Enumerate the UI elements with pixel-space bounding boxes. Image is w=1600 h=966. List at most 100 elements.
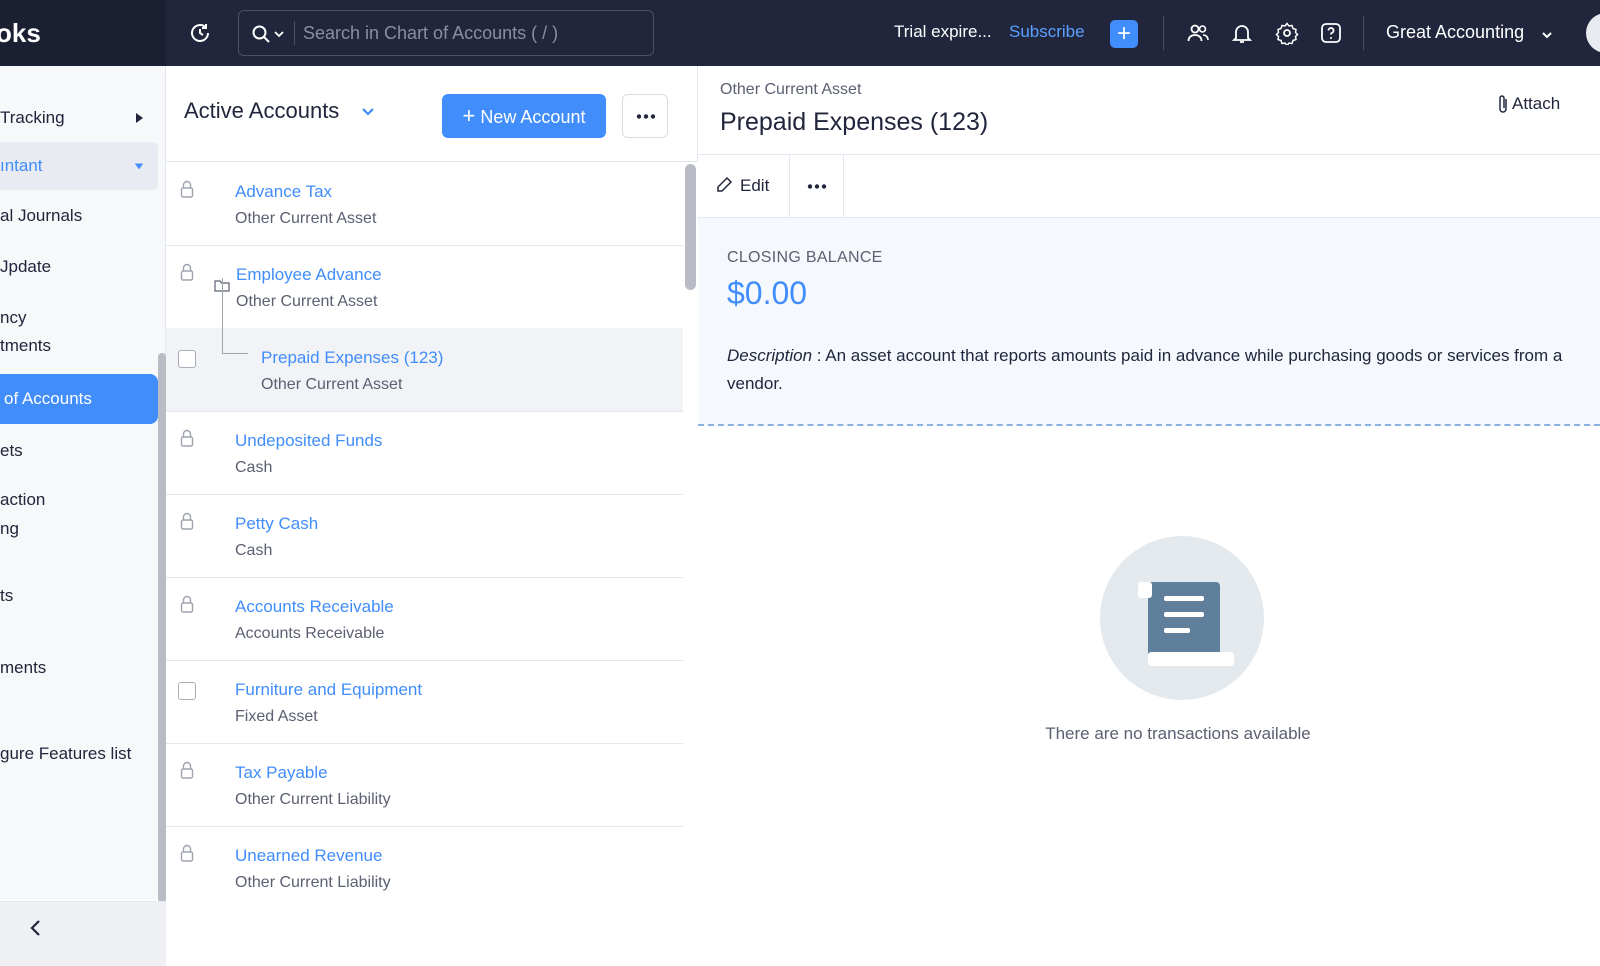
- list-more-options-button[interactable]: [622, 94, 668, 138]
- sidebar: Tracking ıntant al Journals Jpdate ncy t…: [0, 66, 166, 966]
- account-type: Other Current Asset: [236, 293, 378, 310]
- account-row[interactable]: Undeposited Funds Cash: [166, 411, 683, 495]
- search-scope-caret-icon[interactable]: [273, 28, 285, 40]
- caret-right-icon: [136, 113, 143, 123]
- chevron-down-icon[interactable]: [361, 106, 375, 118]
- account-description: Description : An asset account that repo…: [727, 342, 1597, 398]
- chevron-down-icon[interactable]: [1541, 29, 1553, 41]
- sidebar-item-manual-journals[interactable]: al Journals: [0, 196, 158, 236]
- account-row[interactable]: Tax Payable Other Current Liability: [166, 743, 683, 827]
- sidebar-item-accountant[interactable]: ıntant: [0, 142, 158, 190]
- topbar-divider: [1363, 16, 1364, 50]
- user-avatar[interactable]: [1586, 13, 1600, 53]
- description-text: : An asset account that reports amounts …: [727, 346, 1563, 393]
- list-scrollbar[interactable]: [683, 162, 698, 900]
- search-divider: [294, 21, 295, 45]
- row-checkbox[interactable]: [178, 682, 196, 700]
- account-type: Other Current Liability: [235, 874, 391, 891]
- lock-icon: [180, 180, 194, 198]
- sidebar-scrollbar[interactable]: [158, 353, 166, 903]
- lock-icon: [180, 595, 194, 613]
- sidebar-item-documents[interactable]: ments: [0, 648, 158, 688]
- account-name[interactable]: Accounts Receivable: [235, 597, 394, 617]
- detail-toolbar: Edit: [698, 154, 1600, 218]
- edit-button[interactable]: Edit: [698, 155, 790, 217]
- account-row[interactable]: Employee Advance Other Current Asset: [166, 245, 683, 329]
- sidebar-item-tracking[interactable]: Tracking: [0, 98, 158, 138]
- account-row[interactable]: Unearned Revenue Other Current Liability: [166, 826, 683, 900]
- account-row[interactable]: Petty Cash Cash: [166, 494, 683, 578]
- account-detail-pane: Other Current Asset Prepaid Expenses (12…: [698, 66, 1600, 900]
- list-scrollbar-thumb[interactable]: [685, 164, 696, 290]
- tree-connector: [222, 278, 223, 354]
- subscribe-link[interactable]: Subscribe: [1009, 22, 1085, 42]
- sidebar-item-bulk-update[interactable]: Jpdate: [0, 247, 158, 287]
- quick-create-button[interactable]: +: [1110, 20, 1138, 48]
- list-header: Active Accounts + New Account: [166, 66, 698, 162]
- account-name[interactable]: Tax Payable: [235, 763, 328, 783]
- empty-state-message: There are no transactions available: [1045, 724, 1311, 743]
- sidebar-item-configure-features[interactable]: gure Features list: [0, 734, 158, 774]
- search-icon[interactable]: [251, 24, 271, 44]
- lock-icon: [180, 263, 194, 281]
- account-name[interactable]: Prepaid Expenses (123): [261, 348, 443, 368]
- sidebar-item-reports[interactable]: ts: [0, 576, 158, 616]
- account-row-selected[interactable]: Prepaid Expenses (123) Other Current Ass…: [166, 328, 683, 412]
- account-name[interactable]: Undeposited Funds: [235, 431, 382, 451]
- account-type: Cash: [235, 542, 273, 559]
- account-type: Other Current Liability: [235, 791, 391, 808]
- sidebar-item-budgets[interactable]: ets: [0, 431, 158, 471]
- description-label: Description: [727, 346, 813, 365]
- search-input[interactable]: [303, 19, 643, 47]
- row-checkbox[interactable]: [178, 350, 196, 368]
- closing-balance-label: CLOSING BALANCE: [727, 249, 883, 266]
- settings-gear-icon[interactable]: [1275, 21, 1299, 45]
- page-title: Prepaid Expenses (123): [720, 108, 989, 136]
- sidebar-item-currency-adjustments[interactable]: ncy tments: [0, 298, 158, 364]
- plus-icon: +: [462, 103, 476, 128]
- account-row[interactable]: Furniture and Equipment Fixed Asset: [166, 660, 683, 744]
- account-name[interactable]: Unearned Revenue: [235, 846, 382, 866]
- search-box: [238, 10, 654, 56]
- notification-bell-icon[interactable]: [1230, 21, 1254, 45]
- more-options-icon: [807, 184, 827, 189]
- account-type: Fixed Asset: [235, 708, 318, 725]
- recent-activity-icon[interactable]: [188, 21, 212, 45]
- detail-more-options-button[interactable]: [790, 155, 844, 217]
- users-icon[interactable]: [1186, 21, 1210, 45]
- account-name[interactable]: Furniture and Equipment: [235, 680, 422, 700]
- account-name[interactable]: Petty Cash: [235, 514, 318, 534]
- sidebar-footer: [0, 901, 166, 966]
- account-type: Accounts Receivable: [235, 625, 385, 642]
- tree-connector: [222, 353, 248, 354]
- account-summary: CLOSING BALANCE $0.00 Description : An a…: [698, 218, 1600, 426]
- pencil-icon: [717, 176, 733, 192]
- attach-button[interactable]: Attach: [1512, 94, 1560, 114]
- more-options-icon: [636, 114, 656, 119]
- lock-icon: [180, 429, 194, 447]
- account-type: Other Current Asset: [235, 210, 377, 227]
- view-selector[interactable]: Active Accounts: [184, 98, 339, 124]
- empty-state-illustration: [1100, 536, 1264, 700]
- accounts-list-pane: Active Accounts + New Account Advance Ta…: [166, 66, 698, 900]
- new-account-button[interactable]: + New Account: [442, 94, 606, 138]
- lock-icon: [180, 761, 194, 779]
- account-name[interactable]: Employee Advance: [236, 265, 382, 285]
- account-row[interactable]: Advance Tax Other Current Asset: [166, 162, 683, 246]
- caret-down-icon: [134, 163, 144, 170]
- account-name[interactable]: Advance Tax: [235, 182, 332, 202]
- organization-switcher[interactable]: Great Accounting: [1386, 22, 1524, 43]
- app-logo[interactable]: oks: [0, 0, 166, 66]
- sidebar-item-chart-of-accounts[interactable]: of Accounts: [0, 374, 158, 424]
- top-bar: oks Trial expire... Subscribe +: [0, 0, 1600, 66]
- help-icon[interactable]: [1319, 21, 1343, 45]
- collapse-sidebar-icon[interactable]: [26, 918, 46, 938]
- lock-icon: [180, 512, 194, 530]
- account-row[interactable]: Accounts Receivable Accounts Receivable: [166, 577, 683, 661]
- trial-status: Trial expire...: [894, 22, 992, 41]
- paperclip-icon[interactable]: [1496, 93, 1510, 115]
- account-type: Cash: [235, 459, 273, 476]
- sidebar-item-transaction-locking[interactable]: action ng: [0, 480, 158, 546]
- closing-balance-value: $0.00: [727, 275, 808, 311]
- document-scroll-icon: [1138, 582, 1234, 666]
